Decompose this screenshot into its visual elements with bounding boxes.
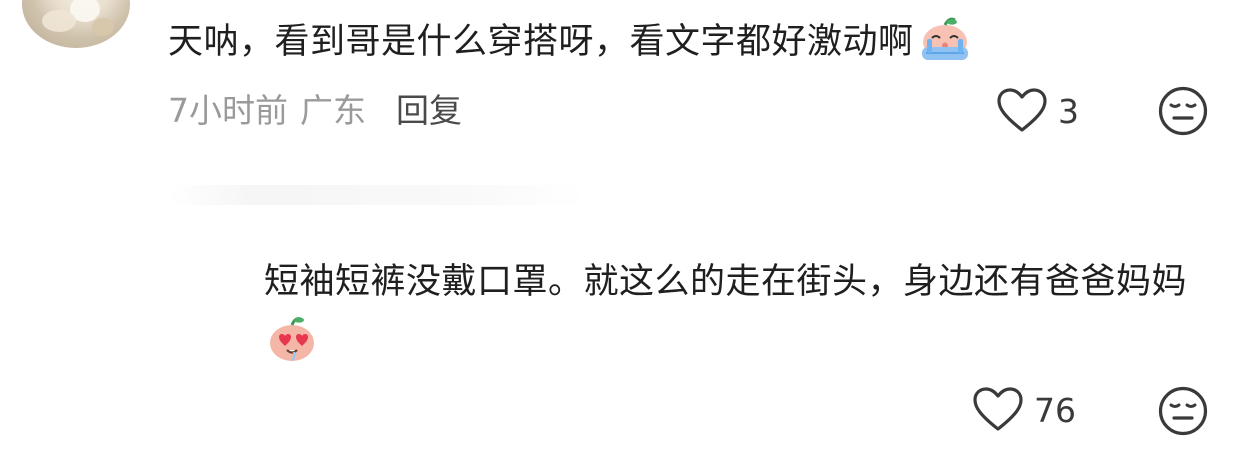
comment-body[interactable]: 天呐，看到哥是什么穿搭呀，看文字都好激动啊 bbox=[168, 17, 974, 73]
heart-outline-icon bbox=[972, 387, 1024, 433]
avatar[interactable] bbox=[168, 185, 588, 205]
meh-face-icon bbox=[1158, 386, 1208, 440]
comment-text: 天呐，看到哥是什么穿搭呀，看文字都好激动啊 bbox=[168, 22, 914, 62]
like-count: 3 bbox=[1058, 91, 1079, 131]
heart-outline-icon bbox=[996, 88, 1048, 134]
dislike-button[interactable] bbox=[1158, 386, 1208, 436]
reply-button[interactable]: 回复 bbox=[396, 91, 462, 130]
comment-time: 7小时前 bbox=[168, 91, 288, 130]
like-button[interactable]: 76 bbox=[972, 387, 1076, 433]
meh-face-icon bbox=[1158, 86, 1208, 140]
crying-peach-emoji-icon bbox=[916, 17, 974, 73]
comment-text: 短袖短裤没戴口罩。就这么的走在街头，身边还有爸爸妈妈 bbox=[264, 262, 1188, 302]
comment-list: 天呐，看到哥是什么穿搭呀，看文字都好激动啊 7小时前 广东 回复 3 短袖短裤没… bbox=[0, 0, 1257, 456]
comment-body[interactable]: 短袖短裤没戴口罩。就这么的走在街头，身边还有爸爸妈妈 bbox=[264, 251, 1194, 383]
like-count: 76 bbox=[1034, 390, 1076, 430]
heart-eyes-peach-emoji-icon bbox=[266, 315, 318, 383]
like-button[interactable]: 3 bbox=[996, 88, 1079, 134]
comment-location: 广东 bbox=[300, 91, 366, 130]
dislike-button[interactable] bbox=[1158, 86, 1208, 136]
comment-meta: 7小时前 广东 回复 bbox=[168, 88, 462, 134]
avatar[interactable] bbox=[22, 0, 130, 48]
